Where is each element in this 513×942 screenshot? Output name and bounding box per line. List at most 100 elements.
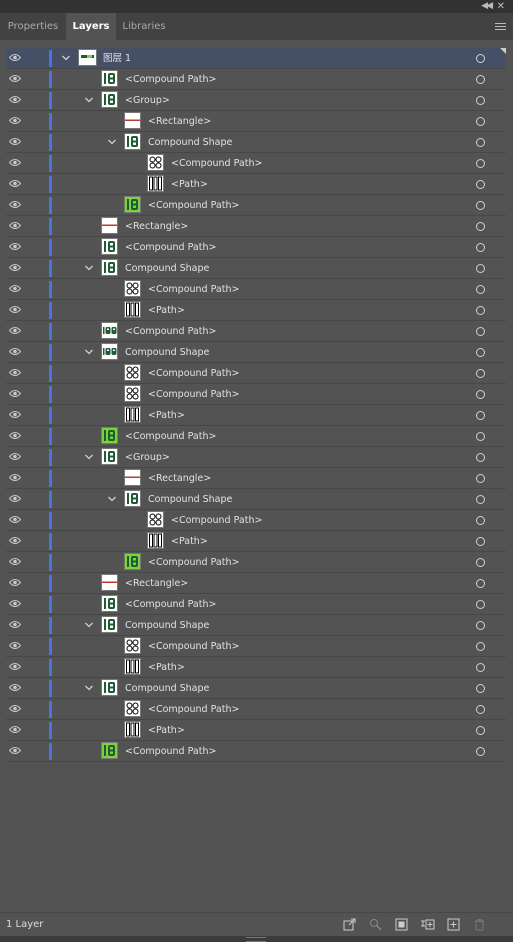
sublayer-row[interactable]: Compound Shape: [6, 342, 506, 363]
layer-name[interactable]: <Compound Path>: [171, 510, 262, 531]
sublayer-row[interactable]: <Group>: [6, 447, 506, 468]
layer-name[interactable]: Compound Shape: [125, 258, 209, 279]
visibility-eye-icon[interactable]: [9, 284, 23, 294]
layer-name[interactable]: <Compound Path>: [148, 363, 239, 384]
tab-libraries[interactable]: Libraries: [116, 13, 172, 40]
lock-toggle[interactable]: [28, 258, 48, 278]
target-circle-icon[interactable]: [476, 222, 485, 231]
sublayer-row[interactable]: Compound Shape: [6, 489, 506, 510]
target-circle-icon[interactable]: [476, 537, 485, 546]
target-circle-icon[interactable]: [476, 138, 485, 147]
lock-toggle[interactable]: [28, 426, 48, 446]
target-circle-icon[interactable]: [476, 474, 485, 483]
locate-object-icon[interactable]: [369, 918, 382, 931]
visibility-eye-icon[interactable]: [9, 704, 23, 714]
layer-name[interactable]: <Path>: [148, 657, 185, 678]
target-circle-icon[interactable]: [476, 180, 485, 189]
visibility-eye-icon[interactable]: [9, 263, 23, 273]
target-circle-icon[interactable]: [476, 390, 485, 399]
layer-name[interactable]: Compound Shape: [125, 615, 209, 636]
sublayer-row[interactable]: <Rectangle>: [6, 573, 506, 594]
lock-toggle[interactable]: [28, 153, 48, 173]
target-circle-icon[interactable]: [476, 705, 485, 714]
layer-name[interactable]: <Compound Path>: [148, 279, 239, 300]
target-circle-icon[interactable]: [476, 348, 485, 357]
visibility-eye-icon[interactable]: [9, 473, 23, 483]
sublayer-row[interactable]: Compound Shape: [6, 615, 506, 636]
chevron-down-icon[interactable]: [83, 262, 95, 274]
sublayer-row[interactable]: <Rectangle>: [6, 111, 506, 132]
sublayer-row[interactable]: <Rectangle>: [6, 468, 506, 489]
lock-toggle[interactable]: [28, 720, 48, 740]
lock-toggle[interactable]: [28, 678, 48, 698]
target-circle-icon[interactable]: [476, 621, 485, 630]
lock-toggle[interactable]: [28, 90, 48, 110]
trash-icon[interactable]: [473, 918, 486, 931]
sublayer-row[interactable]: <Compound Path>: [6, 426, 506, 447]
lock-toggle[interactable]: [28, 636, 48, 656]
visibility-eye-icon[interactable]: [9, 557, 23, 567]
sublayer-row[interactable]: <Compound Path>: [6, 384, 506, 405]
lock-toggle[interactable]: [28, 468, 48, 488]
target-circle-icon[interactable]: [476, 159, 485, 168]
panel-resize-handle[interactable]: [0, 936, 513, 942]
sublayer-row[interactable]: <Path>: [6, 720, 506, 741]
close-icon[interactable]: ✕: [497, 0, 505, 13]
lock-toggle[interactable]: [28, 174, 48, 194]
chevron-down-icon[interactable]: [106, 493, 118, 505]
visibility-eye-icon[interactable]: [9, 746, 23, 756]
layer-name[interactable]: <Compound Path>: [125, 69, 216, 90]
target-circle-icon[interactable]: [476, 579, 485, 588]
chevron-down-icon[interactable]: [83, 451, 95, 463]
layer-name[interactable]: <Group>: [125, 447, 170, 468]
sublayer-row[interactable]: <Path>: [6, 531, 506, 552]
layer-name[interactable]: <Rectangle>: [125, 573, 188, 594]
layer-name[interactable]: <Rectangle>: [125, 216, 188, 237]
lock-toggle[interactable]: [28, 111, 48, 131]
sublayer-row[interactable]: <Compound Path>: [6, 153, 506, 174]
layer-name[interactable]: <Path>: [148, 720, 185, 741]
layer-name[interactable]: <Compound Path>: [125, 741, 216, 762]
export-icon[interactable]: [343, 918, 356, 931]
target-circle-icon[interactable]: [476, 306, 485, 315]
sublayer-row[interactable]: <Compound Path>: [6, 363, 506, 384]
lock-toggle[interactable]: [28, 384, 48, 404]
chevron-down-icon[interactable]: [83, 346, 95, 358]
lock-toggle[interactable]: [28, 657, 48, 677]
make-clipping-mask-icon[interactable]: [395, 918, 408, 931]
layer-name[interactable]: <Path>: [171, 531, 208, 552]
visibility-eye-icon[interactable]: [9, 662, 23, 672]
sublayer-row[interactable]: <Compound Path>: [6, 69, 506, 90]
layer-name[interactable]: Compound Shape: [125, 342, 209, 363]
lock-toggle[interactable]: [28, 531, 48, 551]
sublayer-row[interactable]: <Rectangle>: [6, 216, 506, 237]
target-circle-icon[interactable]: [476, 600, 485, 609]
layer-name[interactable]: <Path>: [148, 300, 185, 321]
sublayer-row[interactable]: <Compound Path>: [6, 552, 506, 573]
visibility-eye-icon[interactable]: [9, 200, 23, 210]
layer-name[interactable]: <Compound Path>: [148, 636, 239, 657]
sublayer-row[interactable]: <Path>: [6, 657, 506, 678]
visibility-eye-icon[interactable]: [9, 116, 23, 126]
visibility-eye-icon[interactable]: [9, 452, 23, 462]
create-sublayer-icon[interactable]: [420, 918, 435, 931]
lock-toggle[interactable]: [28, 279, 48, 299]
target-circle-icon[interactable]: [476, 558, 485, 567]
visibility-eye-icon[interactable]: [9, 620, 23, 630]
layer-name[interactable]: <Group>: [125, 90, 170, 111]
visibility-eye-icon[interactable]: [9, 137, 23, 147]
sublayer-row[interactable]: <Compound Path>: [6, 741, 506, 762]
visibility-eye-icon[interactable]: [9, 347, 23, 357]
layer-name[interactable]: <Compound Path>: [148, 384, 239, 405]
lock-toggle[interactable]: [28, 510, 48, 530]
visibility-eye-icon[interactable]: [9, 578, 23, 588]
sublayer-row[interactable]: <Compound Path>: [6, 321, 506, 342]
target-circle-icon[interactable]: [476, 495, 485, 504]
sublayer-row[interactable]: <Path>: [6, 174, 506, 195]
visibility-eye-icon[interactable]: [9, 725, 23, 735]
sublayer-row[interactable]: <Compound Path>: [6, 195, 506, 216]
panel-menu-icon[interactable]: [495, 21, 506, 32]
sublayer-row[interactable]: Compound Shape: [6, 258, 506, 279]
sublayer-row[interactable]: <Compound Path>: [6, 636, 506, 657]
lock-toggle[interactable]: [28, 363, 48, 383]
